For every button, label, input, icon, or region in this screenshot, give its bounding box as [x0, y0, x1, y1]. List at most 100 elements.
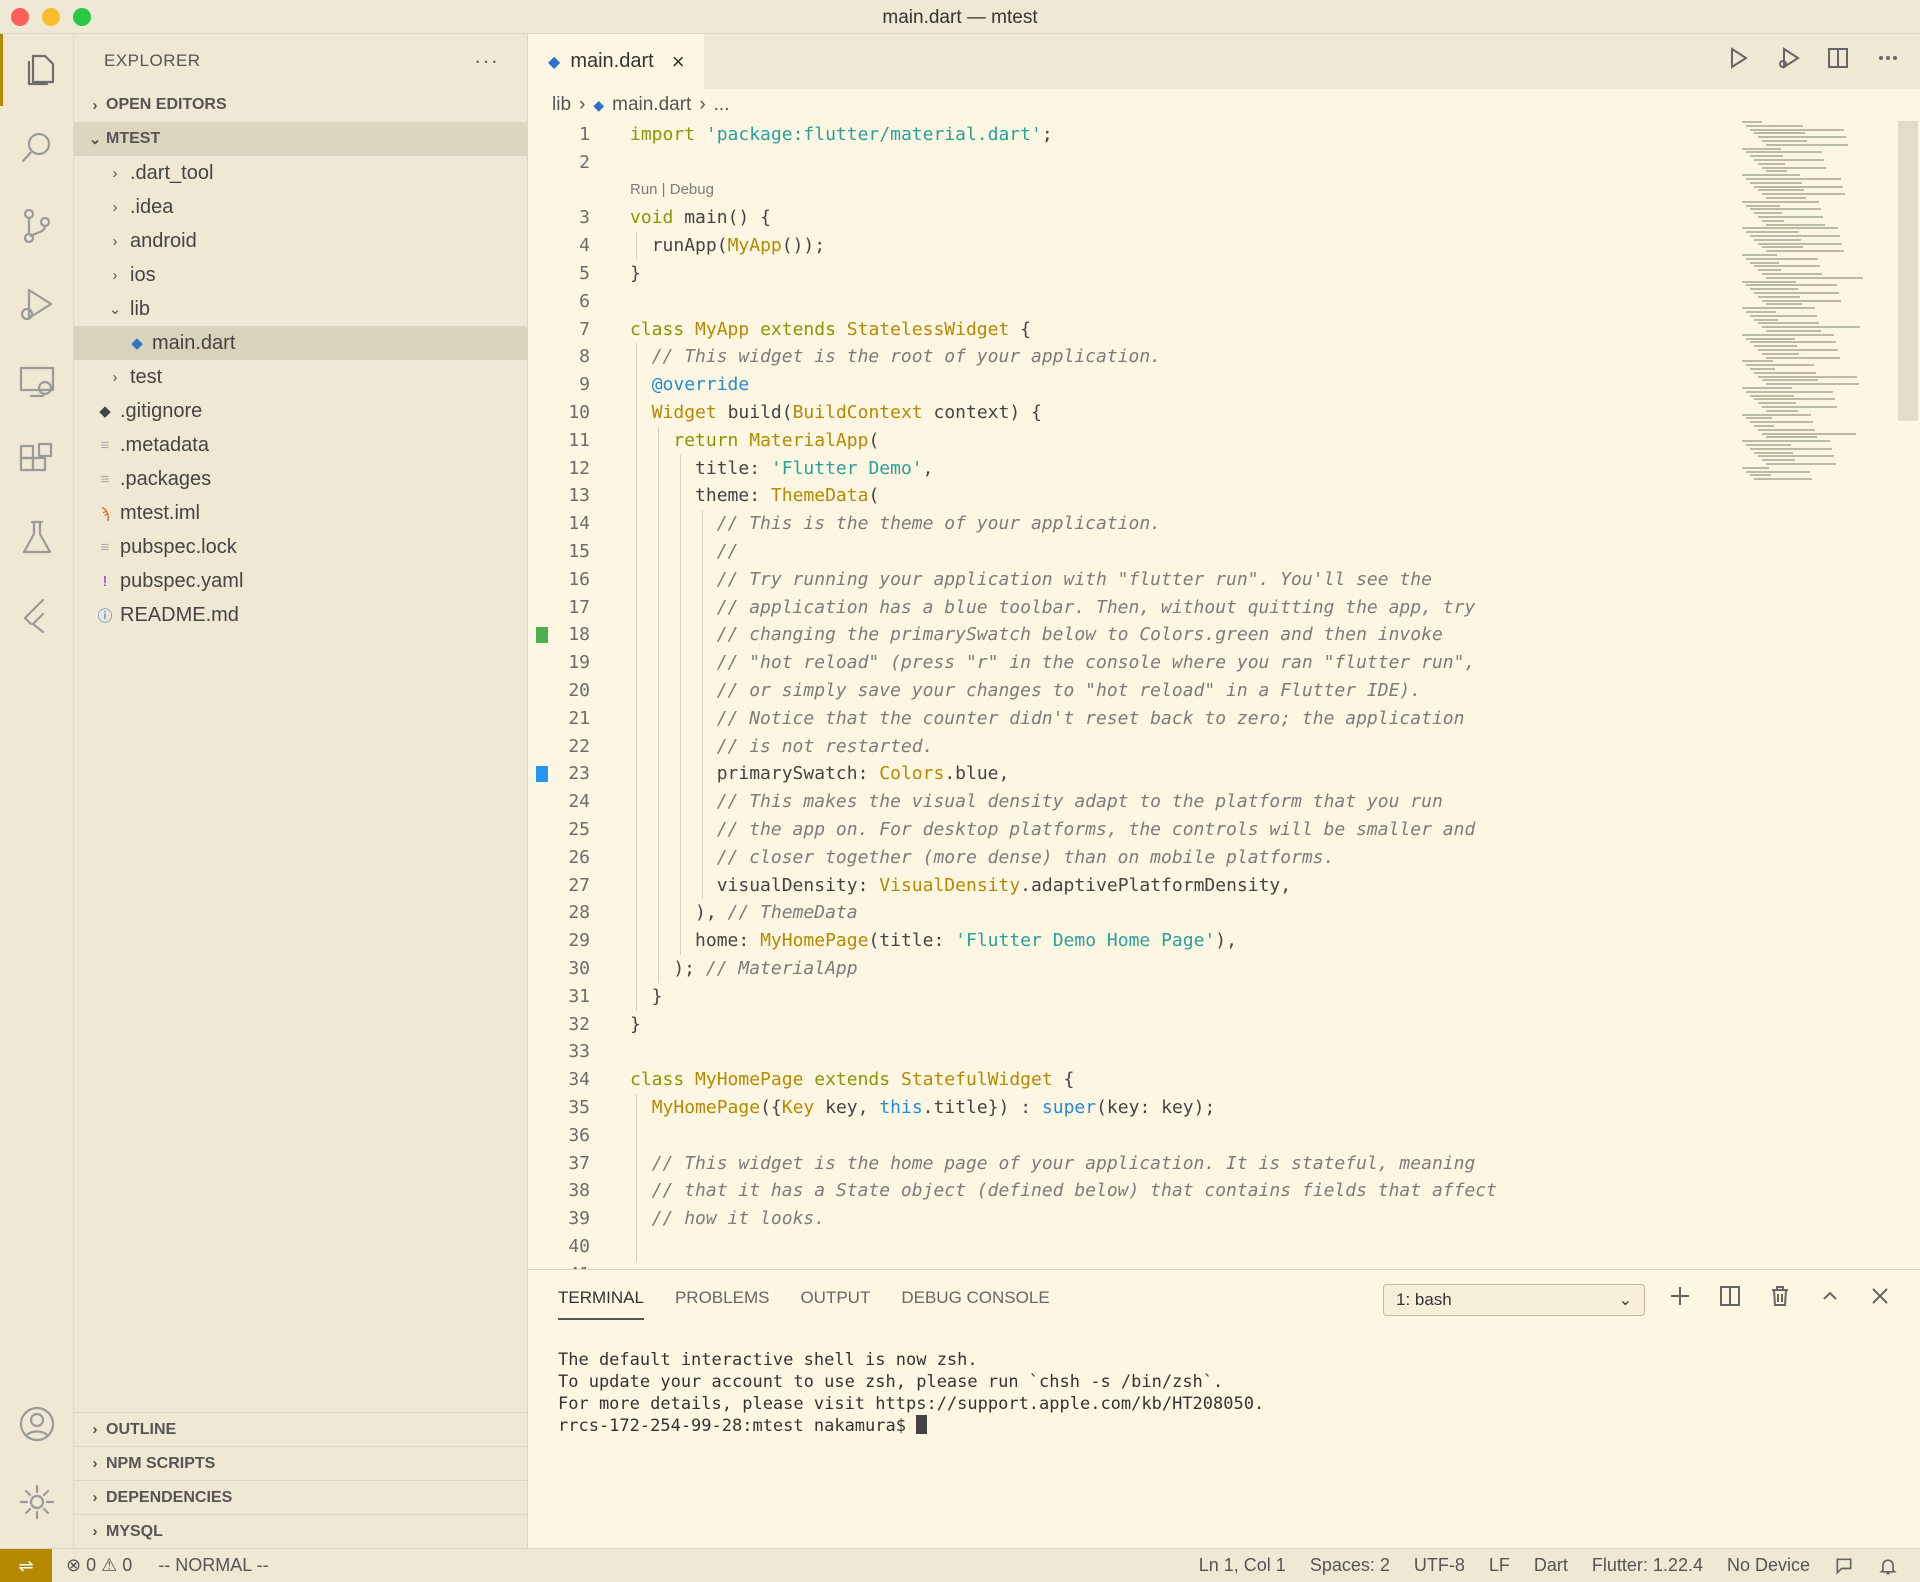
problems-indicator[interactable]: ⊗ 0 ⚠ 0 — [66, 1555, 132, 1576]
terminal-output[interactable]: The default interactive shell is now zsh… — [558, 1349, 1264, 1437]
file-tree-label: .idea — [130, 195, 174, 218]
minimap-line — [1754, 159, 1824, 161]
file-tree-item[interactable]: ≡ .metadata — [74, 428, 527, 462]
workspace-section[interactable]: ⌄ MTEST — [74, 122, 527, 156]
remote-indicator-icon[interactable]: ⇌ — [0, 1549, 52, 1582]
file-tree-item[interactable]: ! pubspec.yaml — [74, 564, 527, 598]
split-editor-icon[interactable] — [1826, 46, 1850, 70]
file-tree-label: ios — [130, 263, 156, 286]
flutter-version[interactable]: Flutter: 1.22.4 — [1592, 1555, 1703, 1576]
minimap-line — [1758, 402, 1796, 405]
breadcrumb-folder[interactable]: lib — [552, 94, 571, 116]
cursor-position[interactable]: Ln 1, Col 1 — [1199, 1555, 1286, 1576]
minimap-line — [1746, 231, 1799, 234]
tab-problems[interactable]: PROBLEMS — [675, 1288, 769, 1320]
code-text: home: MyHomePage(title: 'Flutter Demo Ho… — [695, 930, 1237, 952]
minimap-line — [1762, 140, 1807, 142]
minimap-line — [1762, 273, 1822, 275]
line-ending[interactable]: LF — [1489, 1555, 1510, 1576]
source-control-icon[interactable] — [0, 190, 74, 262]
line-number: 30 — [568, 958, 590, 979]
account-icon[interactable] — [0, 1388, 74, 1460]
code-line: 36 — [528, 1122, 1728, 1150]
run-icon[interactable] — [1726, 46, 1750, 70]
language-mode[interactable]: Dart — [1534, 1555, 1568, 1576]
more-actions-icon[interactable] — [1876, 46, 1900, 70]
maximize-panel-icon[interactable] — [1818, 1284, 1842, 1308]
minimap-line — [1766, 223, 1825, 226]
error-icon: ⊗ — [66, 1555, 82, 1575]
search-icon[interactable] — [0, 112, 74, 184]
breadcrumb-symbol[interactable]: ... — [714, 94, 730, 116]
file-tree-item[interactable]: › android — [74, 224, 527, 258]
minimap-line — [1742, 227, 1838, 230]
split-terminal-icon[interactable] — [1718, 1284, 1742, 1308]
dependencies-section[interactable]: › DEPENDENCIES — [74, 1480, 528, 1514]
trash-icon[interactable] — [1768, 1284, 1792, 1308]
text-file-icon: ≡ — [100, 436, 110, 454]
settings-gear-icon[interactable] — [0, 1466, 74, 1538]
explorer-title: EXPLORER — [104, 51, 201, 70]
git-change-marker[interactable] — [536, 766, 548, 783]
file-tree-item[interactable]: › .idea — [74, 190, 527, 224]
debug-run-icon[interactable] — [1776, 46, 1800, 70]
breadcrumb-file[interactable]: main.dart — [612, 94, 691, 116]
line-number: 9 — [579, 374, 590, 396]
extensions-icon[interactable] — [0, 424, 74, 496]
npm-scripts-section[interactable]: › NPM SCRIPTS — [74, 1446, 528, 1480]
git-change-marker[interactable] — [536, 627, 548, 644]
file-tree-item[interactable]: ⌄ lib — [74, 292, 527, 326]
outline-section[interactable]: › OUTLINE — [74, 1412, 528, 1446]
explorer-icon[interactable] — [0, 34, 74, 106]
remote-explorer-icon[interactable] — [0, 346, 74, 418]
file-tree-label: README.md — [120, 603, 239, 626]
feedback-icon[interactable] — [1834, 1556, 1854, 1576]
code-text: // — [716, 541, 739, 562]
tab-output[interactable]: OUTPUT — [800, 1288, 870, 1320]
file-tree-item[interactable]: ◆ .gitignore — [74, 394, 527, 428]
minimap-line — [1746, 364, 1814, 367]
tab-main-dart[interactable]: ◆ main.dart × — [528, 34, 704, 89]
minimap-line — [1758, 295, 1800, 298]
file-tree-item[interactable]: ϡ mtest.iml — [74, 496, 527, 530]
line-number: 11 — [568, 429, 590, 451]
file-tree-item[interactable]: ◆ main.dart — [74, 326, 527, 360]
encoding[interactable]: UTF-8 — [1414, 1555, 1465, 1576]
terminal-prompt: rrcs-172-254-99-28:mtest nakamura$ — [558, 1416, 917, 1436]
minimap[interactable] — [1738, 121, 1870, 501]
file-tree-item[interactable]: › ios — [74, 258, 527, 292]
minimap-line — [1762, 432, 1856, 435]
terminal-select[interactable]: 1: bash ⌄ — [1383, 1284, 1645, 1316]
code-editor[interactable]: 1 import 'package:flutter/material.dart';… — [528, 121, 1920, 1269]
device-selector[interactable]: No Device — [1727, 1555, 1810, 1576]
code-line: 5} — [528, 260, 1728, 288]
indentation[interactable]: Spaces: 2 — [1310, 1555, 1390, 1576]
tab-debug-console[interactable]: DEBUG CONSOLE — [901, 1288, 1049, 1320]
section-label: MTEST — [106, 130, 161, 147]
file-tree-item[interactable]: ≡ .packages — [74, 462, 527, 496]
testing-icon[interactable] — [0, 502, 74, 574]
sidebar-bottom-sections: › OUTLINE › NPM SCRIPTS › DEPENDENCIES ›… — [74, 1412, 528, 1548]
open-editors-section[interactable]: › OPEN EDITORS — [74, 88, 527, 122]
file-tree-item[interactable]: › test — [74, 360, 527, 394]
code-text: // "hot reload" (press "r" in the consol… — [716, 652, 1476, 674]
minimap-line — [1746, 390, 1833, 393]
notifications-bell-icon[interactable] — [1878, 1556, 1898, 1576]
code-text: MyHomePage({Key key, this.title}) : supe… — [651, 1097, 1216, 1118]
more-actions-icon[interactable]: ··· — [474, 48, 499, 74]
run-debug-icon[interactable] — [0, 268, 74, 340]
close-panel-icon[interactable] — [1868, 1284, 1892, 1308]
file-tree-item[interactable]: ⓘ README.md — [74, 598, 527, 632]
new-terminal-icon[interactable] — [1668, 1284, 1692, 1308]
file-tree-item[interactable]: ≡ pubspec.lock — [74, 530, 527, 564]
mysql-section[interactable]: › MYSQL — [74, 1514, 528, 1548]
minimap-line — [1742, 360, 1773, 363]
minimap-line — [1750, 208, 1821, 211]
tab-close-icon[interactable]: × — [672, 49, 685, 75]
editor-scrollbar[interactable] — [1898, 121, 1918, 421]
minimap-line — [1742, 333, 1834, 336]
codelens-run-debug[interactable]: Run | Debug — [630, 181, 714, 198]
file-tree-item[interactable]: › .dart_tool — [74, 156, 527, 190]
flutter-icon[interactable] — [0, 580, 74, 652]
tab-terminal[interactable]: TERMINAL — [558, 1288, 644, 1320]
